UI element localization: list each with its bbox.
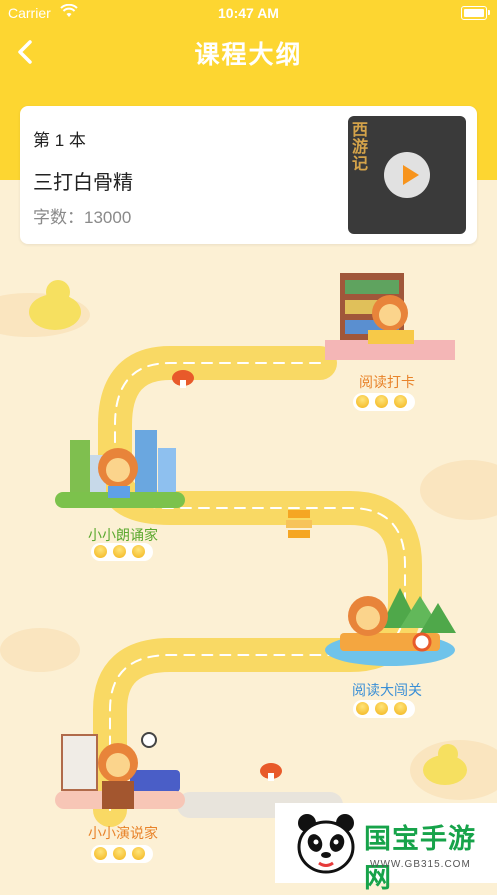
stage-reading-challenge-scene[interactable] xyxy=(320,578,460,673)
star-icon xyxy=(394,702,407,715)
book-title: 三打白骨精 xyxy=(33,172,133,194)
status-time: 10:47 AM xyxy=(218,5,279,21)
star-icon xyxy=(94,847,107,860)
watermark-text: 国宝手游网 xyxy=(364,824,476,893)
book-stack-icon xyxy=(286,510,312,538)
star-icon xyxy=(132,545,145,558)
stage-stars-little-reciter xyxy=(91,543,153,561)
star-icon xyxy=(113,545,126,558)
star-icon xyxy=(94,545,107,558)
stage-little-reciter-scene[interactable] xyxy=(50,420,190,520)
watermark: 国宝手游网 WWW.GB315.COM xyxy=(275,803,497,893)
stage-label-little-reciter[interactable]: 小小朗诵家 xyxy=(78,525,168,545)
star-icon xyxy=(113,847,126,860)
watermark-url: WWW.GB315.COM xyxy=(370,859,471,870)
book-cover[interactable]: 西游记 xyxy=(348,116,466,234)
star-icon xyxy=(375,702,388,715)
cover-title: 西游记 xyxy=(352,122,369,173)
star-icon xyxy=(132,847,145,860)
stage-reading-checkin-scene[interactable] xyxy=(320,268,460,368)
page-title: 课程大纲 xyxy=(194,41,303,69)
play-icon[interactable] xyxy=(384,152,430,198)
stage-stars-little-speaker xyxy=(91,845,153,863)
star-icon xyxy=(356,395,369,408)
book-card[interactable]: 第 1 本 三打白骨精 字数：13000 西游记 xyxy=(20,106,477,244)
stage-label-little-speaker[interactable]: 小小演说家 xyxy=(78,823,168,843)
panda-logo-icon xyxy=(297,814,355,874)
word-count: 字数：13000 xyxy=(33,208,132,227)
star-icon xyxy=(394,395,407,408)
status-bar: Carrier 10:47 AM xyxy=(0,0,497,26)
stage-little-speaker-scene[interactable] xyxy=(50,725,190,815)
stage-stars-reading-challenge xyxy=(353,700,415,718)
stage-stars-reading-checkin xyxy=(353,393,415,411)
star-icon xyxy=(375,395,388,408)
stage-label-reading-challenge[interactable]: 阅读大闯关 xyxy=(339,680,435,700)
star-icon xyxy=(356,702,369,715)
stage-label-reading-checkin[interactable]: 阅读打卡 xyxy=(347,372,427,392)
book-number: 第 1 本 xyxy=(33,131,86,150)
battery-icon xyxy=(461,6,490,20)
